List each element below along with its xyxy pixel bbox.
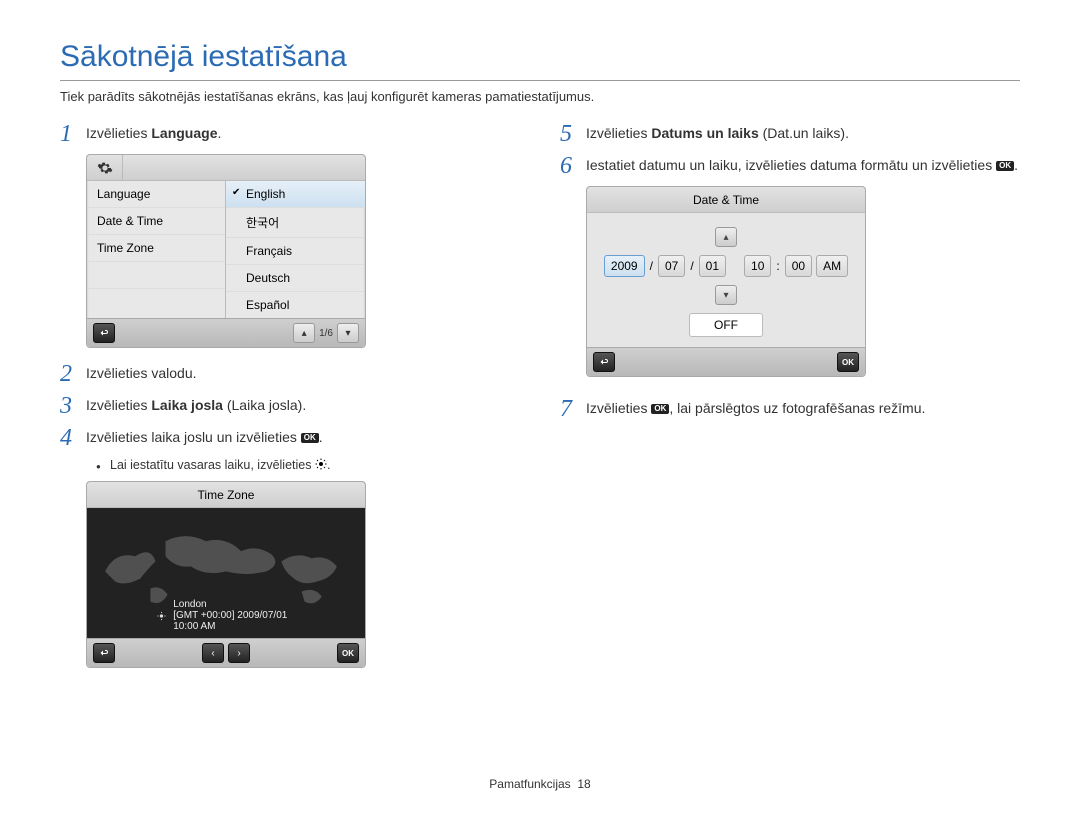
dt-up-icon[interactable]: ▴ [715,227,737,247]
sun-icon [315,458,327,473]
tz-ok-button[interactable]: OK [337,643,359,663]
dt-month[interactable]: 07 [658,255,685,277]
right-column: 5 Izvēlieties Datums un laiks (Dat.un la… [560,122,1020,682]
timezone-map[interactable]: London [GMT +00:00] 2009/07/01 10:00 AM [87,508,365,638]
gear-icon [87,155,123,180]
step-4-bullet: Lai iestatītu vasaras laiku, izvēlieties… [60,458,520,473]
timezone-title: Time Zone [87,482,365,508]
step-7: 7 Izvēlieties OK, lai pārslēgtos uz foto… [560,397,1020,421]
dt-back-button[interactable] [593,352,615,372]
step-1: 1 Izvēlieties Language. [60,122,520,146]
cat-empty2 [87,289,225,315]
cat-empty1 [87,262,225,289]
settings-categories: Language Date & Time Time Zone [87,181,226,318]
step-4-num: 4 [60,426,86,450]
cat-language[interactable]: Language [87,181,225,208]
ok-icon: OK [301,433,319,443]
intro-text: Tiek parādīts sākotnējās iestatīšanas ek… [60,89,1020,104]
back-button[interactable] [93,323,115,343]
tz-back-button[interactable] [93,643,115,663]
tz-city: London [173,599,295,610]
dt-ampm[interactable]: AM [816,255,848,277]
lang-korean[interactable]: 한국어 [226,208,365,238]
lang-deutsch[interactable]: Deutsch [226,265,365,292]
step-6-num: 6 [560,154,586,178]
datetime-ui: Date & Time ▴ 2009 / 07 / 01 10 : 00 AM [586,186,866,377]
dt-year[interactable]: 2009 [604,255,645,277]
step-5-text: Izvēlieties Datums un laiks (Dat.un laik… [586,122,849,146]
dt-day[interactable]: 01 [699,255,726,277]
tz-right-icon[interactable]: › [228,643,250,663]
language-options: English 한국어 Français Deutsch Español [226,181,365,318]
step-7-num: 7 [560,397,586,421]
dt-off[interactable]: OFF [689,313,763,337]
language-ui-header [87,155,365,181]
language-ui: Language Date & Time Time Zone English 한… [86,154,366,348]
tz-gmt: [GMT +00:00] 2009/07/01 10:00 AM [173,610,295,632]
left-column: 1 Izvēlieties Language. Language Date & … [60,122,520,682]
step-4-text: Izvēlieties laika joslu un izvēlieties O… [86,426,323,450]
dst-icon [157,609,168,623]
cat-timezone[interactable]: Time Zone [87,235,225,262]
lang-francais[interactable]: Français [226,238,365,265]
step-2-num: 2 [60,362,86,386]
page-title: Sākotnējā iestatīšana [60,40,1020,81]
pager: ▴ 1/6 ▾ [293,323,359,343]
dt-ok-button[interactable]: OK [837,352,859,372]
step-4: 4 Izvēlieties laika joslu un izvēlieties… [60,426,520,450]
page-up-icon[interactable]: ▴ [293,323,315,343]
page-indicator: 1/6 [319,328,333,339]
dt-min[interactable]: 00 [785,255,812,277]
step-3: 3 Izvēlieties Laika josla (Laika josla). [60,394,520,418]
datetime-title: Date & Time [587,187,865,213]
step-2: 2 Izvēlieties valodu. [60,362,520,386]
dt-down-icon[interactable]: ▾ [715,285,737,305]
step-1-num: 1 [60,122,86,146]
step-6: 6 Iestatiet datumu un laiku, izvēlieties… [560,154,1020,178]
step-6-text: Iestatiet datumu un laiku, izvēlieties d… [586,154,1018,178]
step-5: 5 Izvēlieties Datums un laiks (Dat.un la… [560,122,1020,146]
lang-espanol[interactable]: Español [226,292,365,318]
page-down-icon[interactable]: ▾ [337,323,359,343]
timezone-ui: Time Zone London [GMT +00:00] 2009/07/01… [86,481,366,668]
step-5-num: 5 [560,122,586,146]
cat-datetime[interactable]: Date & Time [87,208,225,235]
datetime-row: 2009 / 07 / 01 10 : 00 AM [604,255,848,277]
tz-left-icon[interactable]: ‹ [202,643,224,663]
step-7-text: Izvēlieties OK, lai pārslēgtos uz fotogr… [586,397,925,421]
step-2-text: Izvēlieties valodu. [86,362,197,386]
page-footer: Pamatfunkcijas 18 [0,777,1080,791]
step-1-text: Izvēlieties Language. [86,122,221,146]
ok-icon: OK [651,404,669,414]
step-3-text: Izvēlieties Laika josla (Laika josla). [86,394,306,418]
lang-english[interactable]: English [226,181,365,208]
ok-icon: OK [996,161,1014,171]
dt-hour[interactable]: 10 [744,255,771,277]
step-3-num: 3 [60,394,86,418]
